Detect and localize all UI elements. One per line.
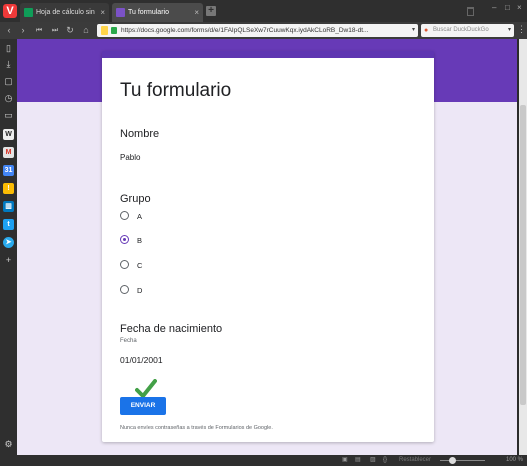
url-field[interactable]: https://docs.google.com/forms/d/e/1FAIpQ… [97, 24, 418, 37]
question-label-fecha: Fecha de nacimiento [120, 323, 223, 335]
twitter-icon[interactable]: t [3, 219, 14, 230]
calendar-icon[interactable]: 31 [3, 165, 14, 176]
menu-icon[interactable]: ⋮ [517, 24, 526, 35]
history-icon[interactable]: ◷ [3, 93, 14, 104]
zoom-reset-button[interactable]: Restablecer [399, 457, 431, 464]
question-label-nombre: Nombre [120, 128, 160, 140]
window-close-icon[interactable]: × [517, 3, 522, 12]
submit-button[interactable]: ENVIAR [120, 397, 166, 415]
radio-label-d: D [137, 286, 143, 295]
new-tab-button[interactable]: + [206, 6, 216, 16]
page-actions-icon[interactable]: {} [383, 457, 387, 464]
radio-option-c[interactable] [120, 260, 129, 269]
page-viewport: Tu formulario Nombre Pablo Grupo A B C D… [17, 39, 517, 455]
settings-icon[interactable]: ⚙ [3, 439, 14, 450]
url-text[interactable]: https://docs.google.com/forms/d/e/1FAIpQ… [121, 24, 401, 37]
capture-icon[interactable]: ▣ [342, 457, 348, 464]
telegram-icon[interactable]: ➤ [3, 237, 14, 248]
reload-icon[interactable]: ↻ [64, 22, 76, 39]
scrollbar[interactable] [519, 39, 527, 455]
tab-spreadsheet[interactable]: Hoja de cálculo sin título × [20, 3, 109, 22]
radio-label-b: B [137, 236, 143, 245]
scrollbar-thumb[interactable] [520, 105, 526, 405]
zoom-slider-handle[interactable] [449, 457, 456, 464]
radio-option-b[interactable] [120, 235, 129, 244]
zoom-level: 100 % [506, 457, 524, 463]
duckduckgo-icon: ● [424, 27, 429, 34]
close-tab-icon[interactable]: × [194, 3, 199, 22]
address-bar-row: ‹ › ⏮ ⏭ ↻ ⌂ https://docs.google.com/form… [0, 22, 527, 39]
radio-option-a[interactable] [120, 211, 129, 220]
trash-icon[interactable] [467, 7, 474, 16]
trello-icon[interactable]: ▥ [3, 201, 14, 212]
form-card: Tu formulario Nombre Pablo Grupo A B C D… [102, 51, 434, 442]
images-icon[interactable]: ▨ [370, 457, 376, 464]
radio-label-a: A [137, 212, 143, 221]
date-sublabel: Fecha [120, 338, 137, 344]
minimize-icon[interactable]: – [492, 3, 496, 12]
side-panel: ▯ ⤓ ▢ ◷ ▭ W M 31 ! ▥ t ➤ + ⚙ [0, 39, 17, 455]
window-icon[interactable]: ▭ [3, 110, 14, 121]
bookmark-icon[interactable] [111, 27, 117, 34]
password-warning: Nunca envíes contraseñas a través de For… [120, 425, 273, 431]
keep-icon[interactable]: ! [3, 183, 14, 194]
tab-form[interactable]: Tu formulario × [112, 3, 203, 22]
question-label-grupo: Grupo [120, 193, 151, 205]
tab-bar: V Hoja de cálculo sin título × Tu formul… [0, 0, 527, 22]
chevron-down-icon[interactable]: ▾ [412, 24, 415, 37]
lock-icon[interactable] [101, 26, 108, 35]
forward-icon[interactable]: › [17, 22, 29, 39]
search-placeholder: Buscar DuckDuckGo [433, 27, 489, 33]
gmail-icon[interactable]: M [3, 147, 14, 158]
bookmarks-icon[interactable]: ▯ [3, 43, 14, 54]
zoom-slider[interactable] [440, 460, 485, 461]
search-input[interactable]: ● Buscar DuckDuckGo ▾ [421, 24, 514, 37]
tab-label: Hoja de cálculo sin título [36, 9, 96, 16]
status-bar: ▣ ▤ ▨ {} Restablecer 100 % [0, 455, 527, 466]
wikipedia-icon[interactable]: W [3, 129, 14, 140]
checkmark-icon [135, 379, 157, 398]
close-tab-icon[interactable]: × [100, 3, 105, 22]
notes-icon[interactable]: ▢ [3, 76, 14, 87]
tab-label: Tu formulario [128, 9, 169, 16]
chevron-down-icon[interactable]: ▾ [508, 24, 511, 37]
forms-icon [116, 8, 125, 17]
back-icon[interactable]: ‹ [3, 22, 15, 39]
date-input[interactable]: 01/01/2001 [120, 355, 163, 365]
add-panel-icon[interactable]: + [3, 255, 14, 266]
form-title: Tu formulario [120, 80, 232, 101]
radio-label-c: C [137, 261, 143, 270]
last-icon[interactable]: ⏭ [49, 22, 61, 39]
downloads-icon[interactable]: ⤓ [3, 59, 14, 70]
home-icon[interactable]: ⌂ [80, 22, 92, 39]
tiling-icon[interactable]: ▤ [355, 457, 361, 464]
maximize-icon[interactable]: □ [505, 3, 510, 12]
first-icon[interactable]: ⏮ [33, 22, 45, 39]
vivaldi-logo[interactable]: V [3, 4, 17, 18]
sheets-icon [24, 8, 33, 17]
nombre-answer-input[interactable]: Pablo [120, 153, 140, 162]
radio-option-d[interactable] [120, 285, 129, 294]
